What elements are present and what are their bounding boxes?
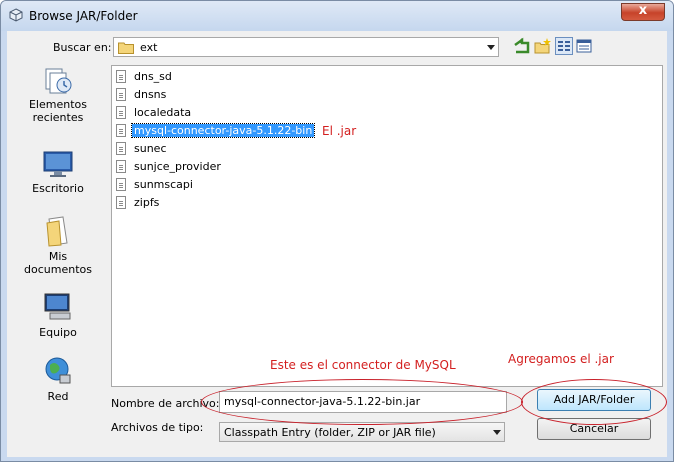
cancel-button[interactable]: Cancelar xyxy=(537,418,651,440)
up-folder-button[interactable] xyxy=(513,37,531,55)
file-type-label: Archivos de tipo: xyxy=(111,421,204,434)
jar-annotation: El .jar xyxy=(322,124,357,138)
place-recent-items[interactable]: Elementos recientes xyxy=(17,65,99,124)
file-name: sunec xyxy=(134,142,167,155)
chevron-down-icon xyxy=(487,45,495,50)
file-name: mysql-connector-java-5.1.22-bin xyxy=(130,123,316,138)
connector-annotation: Este es el connector de MySQL xyxy=(270,358,456,372)
recent-items-icon xyxy=(45,68,72,94)
place-label: Equipo xyxy=(39,326,77,339)
title-bar: Browse JAR/Folder x xyxy=(1,1,673,31)
file-name: sunjce_provider xyxy=(134,160,221,173)
file-icon xyxy=(116,88,126,101)
file-name: dnsns xyxy=(134,88,167,101)
add-annotation: Agregamos el .jar xyxy=(508,352,614,366)
place-label: Red xyxy=(47,390,69,403)
new-folder-icon xyxy=(534,38,551,54)
dialog-body: Buscar en: ext Elementos recientes Escri… xyxy=(7,31,667,457)
close-icon: x xyxy=(638,3,648,18)
chevron-down-icon xyxy=(493,430,501,435)
details-view-button[interactable] xyxy=(575,37,593,55)
file-icon xyxy=(116,70,126,83)
file-icon xyxy=(116,142,126,155)
browse-dialog: Browse JAR/Folder x Buscar en: ext Eleme… xyxy=(0,0,674,462)
file-type-value: Classpath Entry (folder, ZIP or JAR file… xyxy=(224,426,436,439)
documents-icon xyxy=(46,216,68,247)
file-name: sunmscapi xyxy=(134,178,193,191)
place-network[interactable]: Red xyxy=(17,355,99,403)
file-icon xyxy=(116,124,126,137)
file-type-select[interactable]: Classpath Entry (folder, ZIP or JAR file… xyxy=(219,422,505,442)
folder-icon xyxy=(118,42,134,54)
computer-icon xyxy=(44,293,71,320)
file-name: localedata xyxy=(134,106,192,119)
places-bar: Elementos recientes Escritorio Mis docum… xyxy=(17,65,99,411)
file-name: zipfs xyxy=(134,196,160,209)
file-icon xyxy=(116,196,126,209)
list-view-icon xyxy=(558,41,570,51)
window-title: Browse JAR/Folder xyxy=(29,9,138,23)
place-label: Mis documentos xyxy=(24,250,92,276)
file-icon xyxy=(116,160,126,173)
file-name-label: Nombre de archivo: xyxy=(111,397,220,410)
desktop-icon xyxy=(43,151,73,177)
look-in-combo[interactable]: ext xyxy=(113,37,499,57)
details-view-icon xyxy=(576,39,592,53)
close-button[interactable]: x xyxy=(621,3,665,21)
app-cube-icon xyxy=(9,8,23,22)
place-desktop[interactable]: Escritorio xyxy=(17,149,99,195)
file-name-field[interactable]: mysql-connector-java-5.1.22-bin.jar xyxy=(219,391,507,413)
add-jar-folder-button[interactable]: Add JAR/Folder xyxy=(537,389,651,411)
file-icon xyxy=(116,178,126,191)
place-computer[interactable]: Equipo xyxy=(17,291,99,339)
up-folder-icon xyxy=(514,37,530,54)
file-icon xyxy=(116,106,126,119)
new-folder-button[interactable] xyxy=(534,37,552,55)
look-in-value: ext xyxy=(140,41,158,54)
place-label: Elementos recientes xyxy=(28,98,87,124)
list-view-button[interactable] xyxy=(555,37,573,55)
place-documents[interactable]: Mis documentos xyxy=(17,215,99,276)
network-icon xyxy=(45,357,71,384)
look-in-label: Buscar en: xyxy=(53,41,112,54)
file-list[interactable]: dns_sd dnsns localedata mysql-connector-… xyxy=(111,65,663,387)
file-name: dns_sd xyxy=(134,70,172,83)
place-label: Escritorio xyxy=(32,182,84,195)
